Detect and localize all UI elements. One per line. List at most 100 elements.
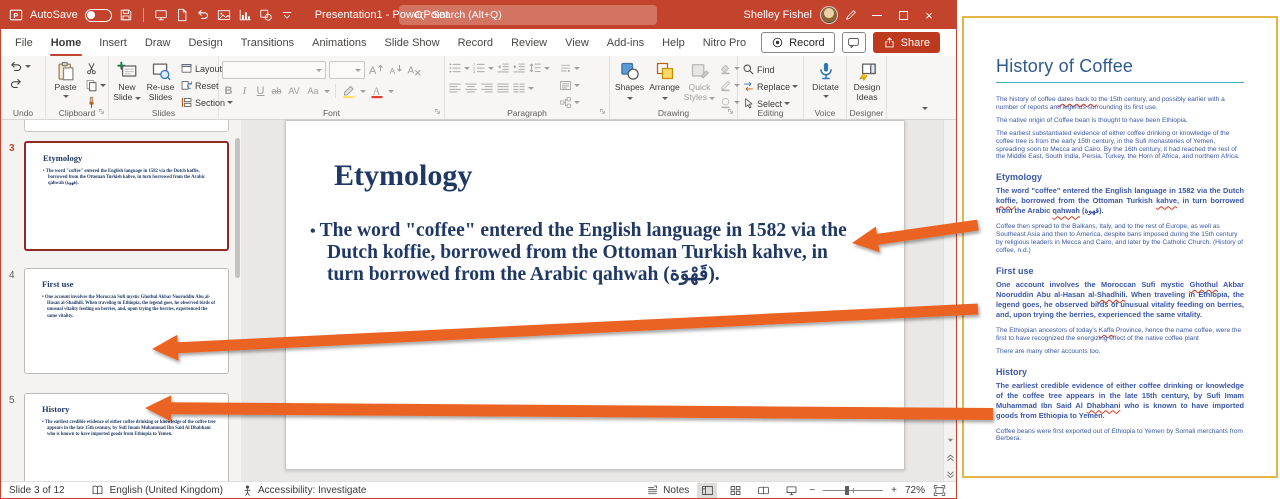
find-button[interactable]: Find	[741, 62, 799, 77]
autosave-toggle[interactable]	[84, 8, 112, 22]
dictate-button[interactable]: Dictate	[807, 59, 844, 98]
slide-thumbnail-4[interactable]: First use One account involves the Morocc…	[24, 268, 229, 374]
paste-button[interactable]: Paste	[49, 59, 82, 98]
account-name[interactable]: Shelley Fishel	[744, 9, 812, 21]
undo-button[interactable]	[8, 59, 32, 74]
ribbon-tab-home[interactable]: Home	[42, 29, 91, 56]
ribbon-tab-nitro-pro[interactable]: Nitro Pro	[694, 29, 755, 56]
slide-canvas[interactable]: Etymology The word "coffee" entered the …	[285, 120, 905, 470]
slide-title-text[interactable]: Etymology	[334, 159, 472, 193]
slide-body-text[interactable]: The word "coffee" entered the English la…	[310, 220, 868, 287]
accessibility-button[interactable]: Accessibility: Investigate	[241, 484, 366, 497]
ribbon-tab-animations[interactable]: Animations	[303, 29, 375, 56]
new-file-icon[interactable]	[175, 8, 189, 22]
quick-undo-icon[interactable]	[196, 8, 210, 22]
customize-toolbar-icon[interactable]	[280, 8, 294, 22]
ribbon-tab-design[interactable]: Design	[179, 29, 231, 56]
new-slide-button[interactable]: New Slide	[112, 59, 142, 102]
search-input[interactable]: Search (Alt+Q)	[399, 5, 657, 25]
paragraph-dialog-launcher[interactable]	[599, 108, 608, 117]
thumbnail-slide-title: History	[42, 404, 70, 414]
shapes-button[interactable]: Shapes	[613, 59, 646, 102]
notes-button[interactable]: Notes	[646, 484, 689, 497]
maximize-button[interactable]	[890, 1, 916, 29]
design-ideas-button[interactable]: Design Ideas	[850, 59, 884, 102]
ribbon-tab-row: File Home Insert Draw Design Transitions Anima…	[1, 29, 956, 56]
slide-thumbnail-2-partial[interactable]	[24, 120, 229, 132]
ribbon-tab-transitions[interactable]: Transitions	[232, 29, 303, 56]
language-indicator[interactable]: English (United Kingdom)	[110, 485, 223, 496]
reading-view-button[interactable]	[753, 483, 773, 498]
close-button[interactable]: ×	[916, 1, 942, 29]
ribbon-tabs: File Home Insert Draw Design Transitions Anima…	[6, 29, 755, 56]
inking-pen-icon[interactable]	[838, 1, 864, 29]
reuse-slides-button[interactable]: Re-use Slides	[144, 59, 177, 102]
text-segment: Coffee beans were first exported out of …	[996, 427, 1243, 443]
drawing-dialog-launcher[interactable]	[727, 108, 736, 117]
cut-button[interactable]	[84, 61, 107, 76]
replace-button[interactable]: Replace	[741, 79, 799, 94]
font-name-combo	[222, 61, 326, 79]
ribbon-tab-file[interactable]: File	[6, 29, 42, 56]
slide-thumbnail-5[interactable]: History The earliest credible evidence of…	[24, 393, 229, 484]
misspelled-word: Ghothul	[1189, 279, 1218, 289]
user-avatar[interactable]	[820, 6, 838, 24]
share-button[interactable]: Share	[872, 32, 940, 53]
ribbon-tab-slide-show[interactable]: Slide Show	[376, 29, 449, 56]
copy-button[interactable]	[84, 78, 107, 93]
next-slide-icon[interactable]	[945, 469, 956, 480]
slide-sorter-view-button[interactable]	[725, 483, 745, 498]
ribbon-tab-help[interactable]: Help	[653, 29, 694, 56]
ribbon-tab-review[interactable]: Review	[502, 29, 556, 56]
slideshow-view-button[interactable]	[781, 483, 801, 498]
font-group: A A A B I U ab AV Aa A Font	[219, 56, 445, 119]
zoom-in-button[interactable]: +	[891, 485, 897, 496]
ribbon-tab-add-ins[interactable]: Add-ins	[598, 29, 653, 56]
normal-view-button[interactable]	[697, 482, 718, 498]
record-button[interactable]: Record	[761, 32, 835, 53]
fit-slide-to-window-icon[interactable]	[933, 484, 946, 497]
font-dialog-launcher[interactable]	[434, 108, 443, 117]
comments-button[interactable]	[841, 32, 866, 53]
insert-shapes-icon[interactable]	[259, 8, 273, 22]
zoom-slider[interactable]	[823, 485, 884, 495]
slides-group-label: Slides	[151, 108, 176, 118]
thumbnail-scrollbar[interactable]	[235, 138, 240, 278]
ribbon-tab-view[interactable]: View	[556, 29, 598, 56]
redo-button[interactable]	[8, 76, 32, 91]
insert-chart-icon[interactable]	[238, 8, 252, 22]
ribbon-tab-draw[interactable]: Draw	[136, 29, 180, 56]
slide-counter[interactable]: Slide 3 of 12	[9, 485, 65, 496]
align-text-button	[558, 78, 581, 93]
zoom-out-button[interactable]: −	[809, 485, 815, 496]
scroll-down-icon[interactable]	[945, 435, 956, 446]
editor-scrollbar[interactable]	[943, 120, 956, 484]
find-icon	[742, 63, 755, 76]
arrange-button[interactable]: Arrange	[648, 59, 681, 102]
collapse-ribbon-chevron-icon[interactable]	[922, 97, 928, 115]
spell-check-button[interactable]	[91, 484, 104, 497]
document-paragraph: Coffee then spread to the Balkans, Italy…	[996, 223, 1244, 255]
clipboard-group: Paste Clipboard	[46, 56, 109, 119]
slide-thumbnail-3[interactable]: Etymology The word "coffee" entered the E…	[24, 141, 229, 251]
zoom-slider-thumb[interactable]	[845, 485, 850, 495]
ribbon-tab-insert[interactable]: Insert	[90, 29, 136, 56]
ribbon-tab-record[interactable]: Record	[449, 29, 502, 56]
designer-group-label: Designer	[849, 108, 884, 118]
previous-slide-icon[interactable]	[945, 452, 956, 463]
minimize-button[interactable]	[864, 1, 890, 29]
insert-picture-icon[interactable]	[217, 8, 231, 22]
replace-icon	[742, 80, 755, 93]
thumbnail-slide-title: Etymology	[43, 153, 83, 163]
start-slideshow-icon[interactable]	[154, 8, 168, 22]
powerpoint-app-icon[interactable]: P	[9, 8, 23, 22]
shapes-icon	[620, 61, 640, 81]
undo-group: Undo	[1, 56, 46, 119]
document-paragraph: Coffee beans were first exported out of …	[996, 428, 1244, 444]
shrink-font-icon: A	[387, 62, 403, 78]
save-icon[interactable]	[119, 8, 133, 22]
clipboard-dialog-launcher[interactable]	[98, 108, 107, 117]
zoom-level[interactable]: 72%	[905, 485, 925, 496]
divider	[142, 8, 144, 22]
text-segment: One account involves the Moroccan Sufi m…	[996, 279, 1190, 289]
